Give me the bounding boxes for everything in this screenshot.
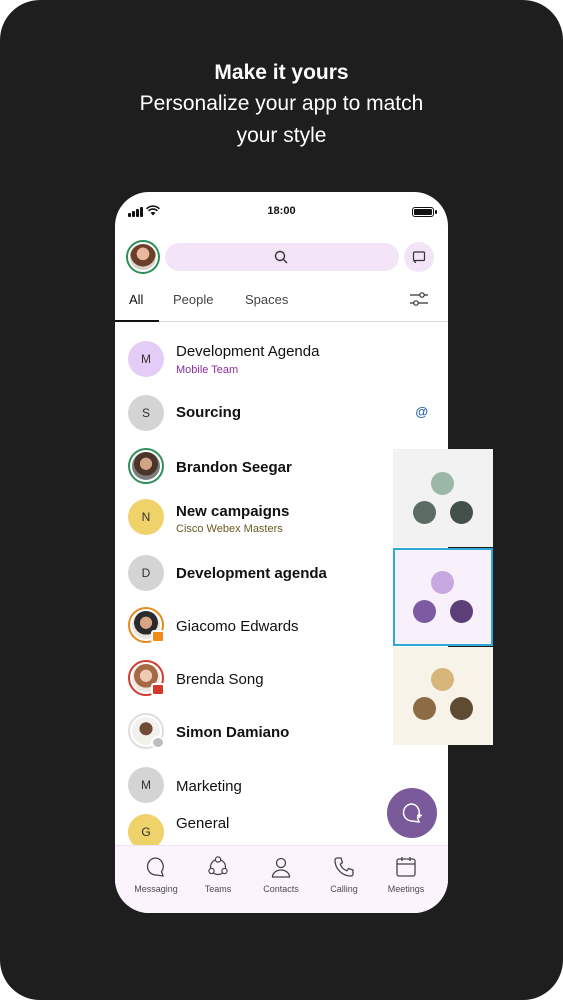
- promo-background: Make it yours Personalize your app to ma…: [0, 0, 563, 1000]
- theme-dot-top: [431, 472, 454, 495]
- new-message-button[interactable]: [387, 788, 437, 838]
- avatar: D: [128, 555, 164, 591]
- meetings-icon: [396, 857, 416, 877]
- nav-label: Teams: [204, 884, 232, 894]
- top-bar: [115, 240, 448, 274]
- list-item[interactable]: S Sourcing @: [115, 388, 448, 438]
- status-time: 18:00: [267, 205, 296, 217]
- promo-headline: Make it yours Personalize your app to ma…: [0, 60, 563, 152]
- theme-dot-left: [413, 501, 436, 524]
- conversation-title: Brandon Seegar: [176, 459, 292, 476]
- nav-messaging[interactable]: Messaging: [125, 856, 187, 894]
- conversation-title: Brenda Song: [176, 671, 264, 688]
- conversation-title: Development Agenda: [176, 343, 320, 360]
- away-clock-icon: [151, 736, 165, 749]
- promo-title: Make it yours: [214, 61, 349, 84]
- user-avatar[interactable]: [126, 240, 160, 274]
- conversation-title: Simon Damiano: [176, 724, 290, 741]
- compose-chat-icon: [402, 803, 422, 823]
- contacts-icon: [271, 857, 291, 878]
- avatar: N: [128, 499, 164, 535]
- avatar: [128, 713, 165, 749]
- avatar: [128, 660, 165, 696]
- promo-subtitle: Personalize your app to match your style: [139, 92, 424, 147]
- status-bar: 18:00: [115, 192, 448, 230]
- avatar: [128, 607, 165, 643]
- conversation-subtitle: Mobile Team: [176, 364, 239, 376]
- theme-dot-left: [413, 600, 436, 623]
- conversation-title: General: [176, 815, 230, 832]
- active-tab-indicator: [115, 320, 159, 322]
- nav-teams[interactable]: Teams: [187, 856, 249, 894]
- filter-tabs: All People Spaces: [115, 282, 448, 322]
- tab-all[interactable]: All: [129, 292, 143, 307]
- conversation-title: Giacomo Edwards: [176, 618, 299, 635]
- video-call-icon: [151, 630, 165, 643]
- avatar: S: [128, 395, 164, 431]
- theme-dot-top: [431, 668, 454, 691]
- theme-dot-right: [450, 697, 473, 720]
- nav-label: Meetings: [387, 884, 425, 894]
- bottom-navigation: Messaging Teams Contacts Calling Meeting…: [115, 845, 448, 913]
- calling-icon: [334, 857, 354, 877]
- conversation-subtitle: Cisco Webex Masters: [176, 523, 283, 535]
- conversation-title: Development agenda: [176, 565, 327, 582]
- cast-icon: [412, 251, 426, 264]
- conversation-title: Sourcing: [176, 404, 242, 421]
- mention-indicator: @: [415, 404, 428, 419]
- theme-dot-left: [413, 697, 436, 720]
- theme-swatch-gold[interactable]: [393, 647, 493, 745]
- screen-share-icon: [151, 683, 165, 696]
- tab-people[interactable]: People: [173, 292, 213, 307]
- nav-meetings[interactable]: Meetings: [375, 856, 437, 894]
- search-icon: [274, 250, 288, 264]
- theme-picker: [393, 449, 493, 746]
- nav-label: Contacts: [263, 884, 299, 894]
- avatar: M: [128, 341, 164, 377]
- filter-icon[interactable]: [409, 290, 429, 308]
- avatar: [128, 448, 164, 484]
- theme-dot-top: [431, 571, 454, 594]
- avatar: M: [128, 767, 164, 803]
- battery-icon: [412, 207, 437, 217]
- conversation-title: New campaigns: [176, 503, 290, 520]
- theme-dot-right: [450, 501, 473, 524]
- teams-icon: [208, 856, 228, 876]
- theme-swatch-green[interactable]: [393, 449, 493, 547]
- tab-spaces[interactable]: Spaces: [245, 292, 288, 307]
- messaging-icon: [146, 857, 164, 877]
- nav-contacts[interactable]: Contacts: [250, 856, 312, 894]
- nav-label: Messaging: [134, 884, 178, 894]
- nav-calling[interactable]: Calling: [313, 856, 375, 894]
- cast-button[interactable]: [404, 242, 434, 272]
- theme-swatch-purple[interactable]: [393, 548, 493, 646]
- list-item[interactable]: M Development Agenda Mobile Team: [115, 332, 448, 382]
- nav-label: Calling: [330, 884, 358, 894]
- search-bar[interactable]: [165, 243, 399, 271]
- theme-dot-right: [450, 600, 473, 623]
- conversation-title: Marketing: [176, 778, 242, 795]
